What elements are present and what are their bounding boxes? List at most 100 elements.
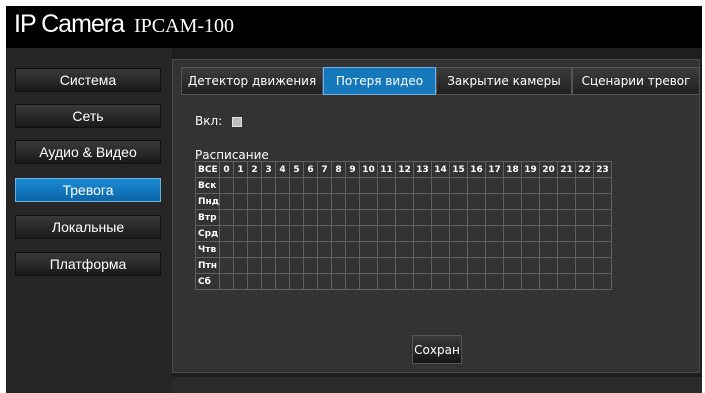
schedule-cell[interactable]	[413, 273, 433, 290]
schedule-cell[interactable]	[521, 177, 541, 194]
hour-header-14[interactable]: 14	[431, 161, 451, 178]
schedule-cell[interactable]	[467, 209, 487, 226]
schedule-cell[interactable]	[593, 241, 613, 258]
schedule-cell[interactable]	[395, 257, 415, 274]
schedule-cell[interactable]	[345, 257, 361, 274]
schedule-cell[interactable]	[303, 273, 319, 290]
schedule-cell[interactable]	[521, 193, 541, 210]
enable-checkbox[interactable]	[232, 117, 242, 127]
schedule-cell[interactable]	[503, 177, 523, 194]
hour-header-18[interactable]: 18	[503, 161, 523, 178]
select-all-cell[interactable]: ВСЕ	[194, 161, 221, 178]
schedule-cell[interactable]	[593, 273, 613, 290]
schedule-cell[interactable]	[233, 225, 249, 242]
schedule-cell[interactable]	[275, 209, 291, 226]
schedule-cell[interactable]	[275, 241, 291, 258]
schedule-cell[interactable]	[557, 225, 577, 242]
schedule-cell[interactable]	[557, 177, 577, 194]
hour-header-9[interactable]: 9	[345, 161, 361, 178]
hour-header-12[interactable]: 12	[395, 161, 415, 178]
schedule-cell[interactable]	[575, 257, 595, 274]
schedule-cell[interactable]	[395, 209, 415, 226]
schedule-cell[interactable]	[557, 257, 577, 274]
schedule-cell[interactable]	[575, 225, 595, 242]
sidebar-item-alarm[interactable]: Тревога	[15, 178, 161, 202]
schedule-cell[interactable]	[467, 225, 487, 242]
schedule-cell[interactable]	[449, 225, 469, 242]
schedule-cell[interactable]	[289, 257, 305, 274]
schedule-cell[interactable]	[485, 225, 505, 242]
schedule-cell[interactable]	[485, 177, 505, 194]
schedule-cell[interactable]	[247, 177, 263, 194]
schedule-cell[interactable]	[467, 241, 487, 258]
schedule-cell[interactable]	[247, 209, 263, 226]
schedule-cell[interactable]	[345, 177, 361, 194]
schedule-cell[interactable]	[521, 273, 541, 290]
hour-header-13[interactable]: 13	[413, 161, 433, 178]
schedule-cell[interactable]	[413, 225, 433, 242]
hour-header-4[interactable]: 4	[275, 161, 291, 178]
schedule-cell[interactable]	[331, 257, 347, 274]
schedule-cell[interactable]	[261, 225, 277, 242]
schedule-cell[interactable]	[289, 225, 305, 242]
schedule-cell[interactable]	[485, 273, 505, 290]
schedule-cell[interactable]	[431, 241, 451, 258]
schedule-cell[interactable]	[331, 225, 347, 242]
schedule-cell[interactable]	[467, 257, 487, 274]
schedule-cell[interactable]	[449, 193, 469, 210]
schedule-cell[interactable]	[449, 241, 469, 258]
schedule-cell[interactable]	[219, 257, 235, 274]
schedule-cell[interactable]	[261, 209, 277, 226]
schedule-cell[interactable]	[359, 193, 379, 210]
day-label[interactable]: Вск	[194, 177, 221, 194]
schedule-cell[interactable]	[317, 257, 333, 274]
schedule-cell[interactable]	[359, 209, 379, 226]
schedule-cell[interactable]	[575, 241, 595, 258]
hour-header-15[interactable]: 15	[449, 161, 469, 178]
sidebar-item-local[interactable]: Локальные	[15, 215, 161, 239]
schedule-cell[interactable]	[345, 273, 361, 290]
schedule-cell[interactable]	[575, 273, 595, 290]
schedule-cell[interactable]	[219, 177, 235, 194]
schedule-cell[interactable]	[539, 257, 559, 274]
schedule-cell[interactable]	[219, 193, 235, 210]
hour-header-16[interactable]: 16	[467, 161, 487, 178]
schedule-cell[interactable]	[219, 241, 235, 258]
schedule-cell[interactable]	[233, 209, 249, 226]
schedule-cell[interactable]	[575, 177, 595, 194]
schedule-cell[interactable]	[331, 209, 347, 226]
schedule-cell[interactable]	[503, 241, 523, 258]
schedule-cell[interactable]	[317, 209, 333, 226]
schedule-cell[interactable]	[303, 225, 319, 242]
schedule-cell[interactable]	[593, 177, 613, 194]
schedule-cell[interactable]	[377, 241, 397, 258]
schedule-cell[interactable]	[557, 273, 577, 290]
sidebar-item-platform[interactable]: Платформа	[15, 252, 161, 276]
schedule-cell[interactable]	[485, 257, 505, 274]
schedule-cell[interactable]	[289, 273, 305, 290]
sidebar-item-network[interactable]: Сеть	[15, 104, 161, 128]
schedule-cell[interactable]	[359, 273, 379, 290]
schedule-cell[interactable]	[503, 225, 523, 242]
schedule-cell[interactable]	[247, 257, 263, 274]
schedule-cell[interactable]	[345, 209, 361, 226]
schedule-cell[interactable]	[395, 193, 415, 210]
schedule-cell[interactable]	[377, 225, 397, 242]
schedule-cell[interactable]	[503, 257, 523, 274]
schedule-cell[interactable]	[575, 193, 595, 210]
schedule-cell[interactable]	[431, 193, 451, 210]
tab-video-loss[interactable]: Потеря видео	[323, 67, 436, 95]
hour-header-6[interactable]: 6	[303, 161, 319, 178]
schedule-cell[interactable]	[557, 209, 577, 226]
schedule-cell[interactable]	[521, 241, 541, 258]
hour-header-19[interactable]: 19	[521, 161, 541, 178]
schedule-cell[interactable]	[413, 209, 433, 226]
hour-header-7[interactable]: 7	[317, 161, 333, 178]
schedule-cell[interactable]	[233, 193, 249, 210]
schedule-cell[interactable]	[233, 177, 249, 194]
schedule-cell[interactable]	[345, 241, 361, 258]
day-label[interactable]: Пнд	[194, 193, 221, 210]
schedule-cell[interactable]	[233, 257, 249, 274]
hour-header-21[interactable]: 21	[557, 161, 577, 178]
schedule-cell[interactable]	[395, 177, 415, 194]
